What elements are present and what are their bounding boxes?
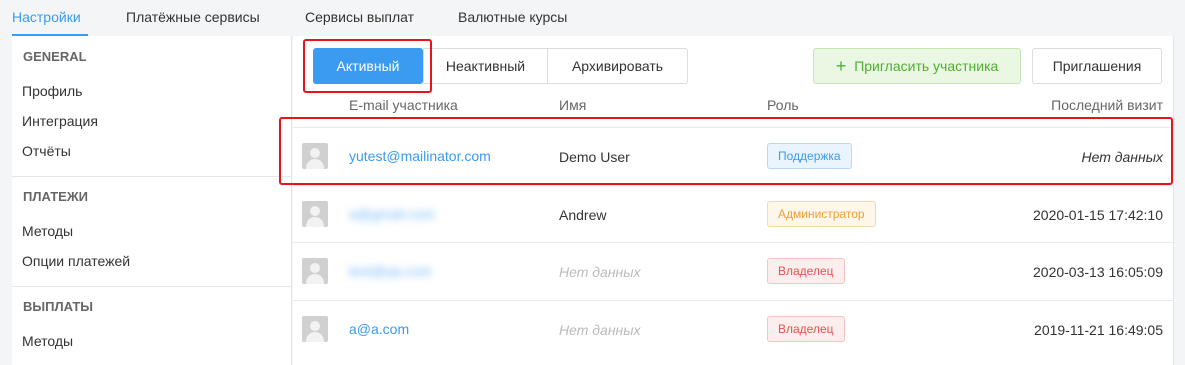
column-header-name: Имя (559, 97, 587, 113)
tab-settings[interactable]: Настройки (12, 9, 81, 25)
last-visit: 2020-01-15 17:42:10 (1033, 207, 1163, 223)
avatar (302, 201, 328, 227)
role-badge: Владелец (767, 258, 845, 284)
invite-member-button[interactable]: + Пригласить участника (813, 48, 1021, 84)
sidebar-heading-payouts: ВЫПЛАТЫ (23, 299, 93, 314)
member-name: Нет данных (559, 264, 641, 280)
member-email-link[interactable]: yutest@mailinator.com (349, 148, 491, 164)
tab-payout-services[interactable]: Сервисы выплат (305, 9, 414, 25)
sidebar-divider (12, 286, 292, 287)
last-visit: 2020-03-13 16:05:09 (1033, 264, 1163, 280)
column-header-email: E-mail участника (349, 97, 458, 113)
filter-active-button[interactable]: Активный (313, 48, 423, 84)
filter-archive-button[interactable]: Архивировать (547, 48, 688, 84)
table-row: yutest@mailinator.com Demo User Поддержк… (293, 127, 1173, 184)
role-badge: Поддержка (767, 143, 852, 169)
tab-payment-services[interactable]: Платёжные сервисы (126, 9, 260, 25)
sidebar-item-payout-methods[interactable]: Методы (22, 333, 73, 349)
last-visit: 2019-11-21 16:49:05 (1034, 322, 1163, 338)
avatar (302, 143, 328, 169)
column-header-role: Роль (767, 97, 799, 113)
column-header-last-visit: Последний визит (1051, 97, 1163, 113)
sidebar-heading-payments: ПЛАТЕЖИ (23, 189, 88, 204)
sidebar-item-reports[interactable]: Отчёты (22, 143, 71, 159)
tab-exchange-rates[interactable]: Валютные курсы (458, 9, 567, 25)
avatar (302, 258, 328, 284)
filter-inactive-button[interactable]: Неактивный (423, 48, 548, 84)
table-row: a@a.com Нет данных Владелец 2019-11-21 1… (293, 300, 1173, 357)
plus-icon: + (835, 56, 847, 76)
sidebar-item-payment-options[interactable]: Опции платежей (22, 253, 130, 269)
role-badge: Владелец (767, 316, 845, 342)
invitations-button[interactable]: Приглашения (1032, 48, 1162, 84)
sidebar-heading-general: GENERAL (23, 49, 87, 64)
sidebar-item-integration[interactable]: Интеграция (22, 113, 98, 129)
invite-member-label: Пригласить участника (854, 58, 999, 74)
role-badge: Администратор (767, 201, 876, 227)
member-email-link[interactable]: test@qa.com (349, 263, 432, 279)
members-panel: Активный Неактивный Архивировать + Пригл… (279, 36, 1173, 365)
member-name: Demo User (559, 149, 630, 165)
settings-sidebar: GENERAL Профиль Интеграция Отчёты ПЛАТЕЖ… (12, 36, 292, 365)
panel-border (1173, 36, 1174, 365)
member-email-link[interactable]: a@gmail.com (349, 206, 435, 222)
avatar (302, 316, 328, 342)
last-visit: Нет данных (1081, 149, 1163, 165)
table-row: test@qa.com Нет данных Владелец 2020-03-… (293, 242, 1173, 299)
sidebar-divider (12, 176, 292, 177)
sidebar-item-profile[interactable]: Профиль (22, 83, 82, 99)
sidebar-item-payment-methods[interactable]: Методы (22, 223, 73, 239)
member-email-link[interactable]: a@a.com (349, 321, 409, 337)
member-name: Нет данных (559, 322, 641, 338)
member-name: Andrew (559, 207, 607, 223)
table-row: a@gmail.com Andrew Администратор 2020-01… (293, 185, 1173, 242)
top-tabs: Настройки Платёжные сервисы Сервисы выпл… (0, 0, 1185, 36)
